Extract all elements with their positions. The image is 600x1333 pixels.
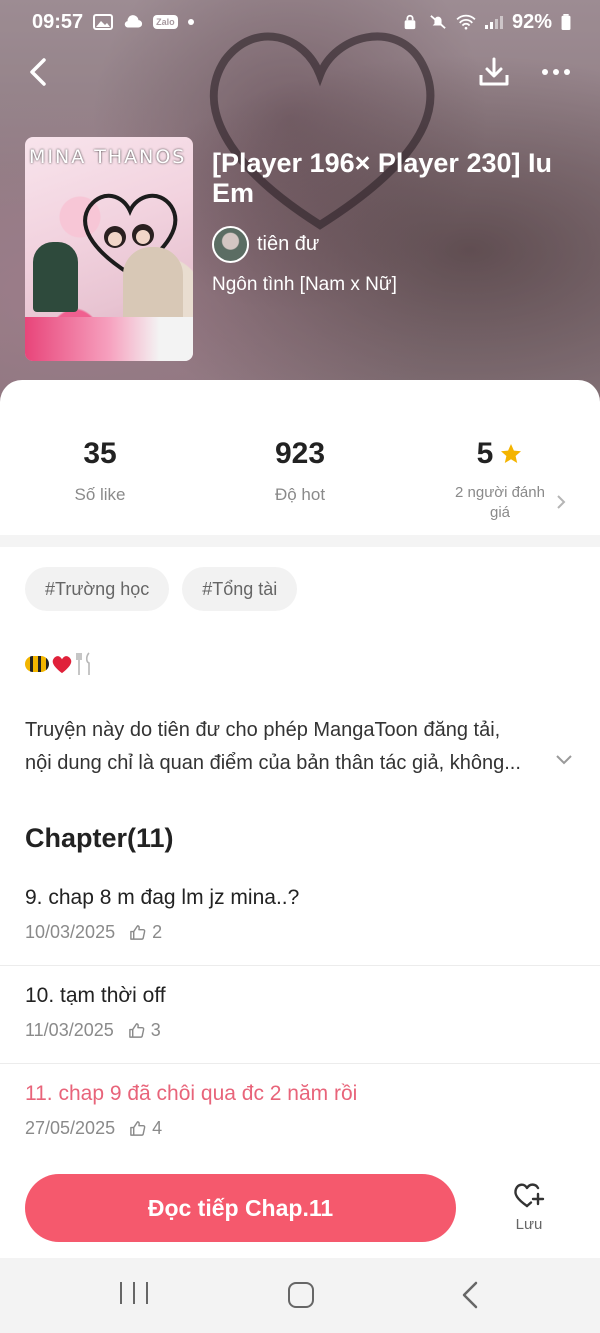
expand-description-icon[interactable] — [554, 750, 574, 770]
hot-label: Độ hot — [274, 485, 326, 504]
description-line: Truyện này do tiên đư cho phép MangaToon… — [25, 719, 501, 741]
chapter-list: 9. chap 8 m đag lm jz mina..? 10/03/2025… — [0, 868, 600, 1162]
author-row[interactable]: tiên đư — [212, 226, 319, 263]
thumb-up-icon — [128, 1023, 145, 1038]
chapter-date: 11/03/2025 — [25, 1020, 114, 1040]
hot-count: 923 — [274, 437, 326, 470]
thumb-up-icon — [130, 925, 146, 940]
book-genre: Ngôn tình [Nam x Nữ] — [212, 274, 397, 295]
avatar[interactable] — [212, 226, 249, 263]
book-cover: MINA THANOS — [25, 137, 193, 361]
stat-likes: 35 Số like — [0, 435, 200, 505]
stat-rating[interactable]: 5 2 người đánh giá — [400, 435, 600, 523]
chapter-heading: Chapter(11) — [25, 823, 174, 853]
heart-icon — [52, 656, 72, 674]
tag-chip[interactable]: #Trường học — [25, 567, 170, 611]
signal-icon — [484, 16, 503, 29]
heart-plus-icon — [514, 1183, 545, 1208]
tag-chip[interactable]: #Tổng tài — [182, 567, 298, 611]
thumb-up-icon — [130, 1121, 146, 1136]
chapter-likes: 3 — [150, 1020, 161, 1040]
cloud-icon — [124, 15, 143, 28]
back-button[interactable] — [20, 52, 56, 92]
rating-label: 2 người đánh giá — [455, 484, 545, 521]
top-nav — [0, 48, 600, 96]
stat-hot: 923 Độ hot — [200, 435, 400, 505]
system-nav-bar — [0, 1258, 600, 1333]
chapter-title: 9. chap 8 m đag lm jz mina..? — [25, 886, 300, 909]
book-title: [Player 196× Player 230] Iu Em — [212, 148, 552, 208]
bottom-action-bar: Đọc tiếp Chap.11 Lưu — [0, 1160, 600, 1258]
chapter-title: 10. tạm thời off — [25, 984, 166, 1007]
download-icon — [479, 57, 509, 86]
continue-reading-button[interactable]: Đọc tiếp Chap.11 — [25, 1174, 456, 1242]
chapter-title: 11. chap 9 đã chôi qua đc 2 năm rồi — [25, 1082, 358, 1105]
mute-icon — [430, 15, 446, 29]
chapter-date: 27/05/2025 — [25, 1118, 116, 1138]
chapter-item-current[interactable]: 11. chap 9 đã chôi qua đc 2 năm rồi 27/0… — [0, 1064, 600, 1162]
description-line: nội dung chỉ là quan điểm của bản thân t… — [25, 752, 521, 774]
more-options-button[interactable] — [534, 52, 578, 92]
notification-dot-icon — [187, 19, 194, 25]
emoji-line — [25, 652, 95, 676]
back-chevron-icon — [30, 58, 46, 86]
wifi-icon — [456, 14, 476, 30]
more-dots-icon — [542, 69, 548, 75]
chapter-item[interactable]: 10. tạm thời off 11/03/2025 3 — [0, 966, 600, 1064]
cover-flowers — [25, 317, 193, 361]
status-time: 09:57 — [32, 10, 84, 33]
chevron-right-icon — [557, 495, 566, 509]
likes-label: Số like — [74, 485, 126, 504]
book-description: Truyện này do tiên đư cho phép MangaToon… — [25, 714, 555, 780]
bee-icon — [25, 656, 49, 672]
chapter-item[interactable]: 9. chap 8 m đag lm jz mina..? 10/03/2025… — [0, 868, 600, 966]
utensils-icon — [76, 652, 90, 675]
battery-icon — [561, 14, 571, 30]
download-button[interactable] — [474, 52, 514, 92]
battery-percent: 92% — [511, 10, 552, 33]
likes-count: 35 — [83, 437, 117, 470]
chapter-date: 10/03/2025 — [25, 922, 116, 942]
stats-row: 35 Số like 923 Độ hot 5 2 người đánh giá — [0, 425, 600, 535]
author-name[interactable]: tiên đư — [257, 233, 319, 256]
home-button[interactable] — [288, 1282, 314, 1308]
section-divider — [0, 535, 600, 547]
save-label: Lưu — [515, 1216, 543, 1233]
system-back-icon[interactable] — [458, 1280, 482, 1310]
chapter-likes: 4 — [152, 1118, 163, 1138]
rating-value: 5 — [476, 437, 494, 470]
status-bar: 09:57 Zalo 92% — [0, 0, 600, 44]
tag-list: #Trường học #Tổng tài — [25, 567, 298, 611]
chapter-likes: 2 — [152, 922, 163, 942]
recent-apps-button[interactable] — [120, 1282, 148, 1308]
zalo-icon: Zalo — [153, 15, 178, 29]
cover-text: MINA THANOS — [29, 146, 187, 168]
cover-figure — [33, 242, 78, 312]
save-button[interactable]: Lưu — [500, 1180, 558, 1233]
lock-icon — [404, 14, 416, 30]
gallery-icon — [93, 14, 114, 30]
star-icon — [501, 444, 522, 463]
